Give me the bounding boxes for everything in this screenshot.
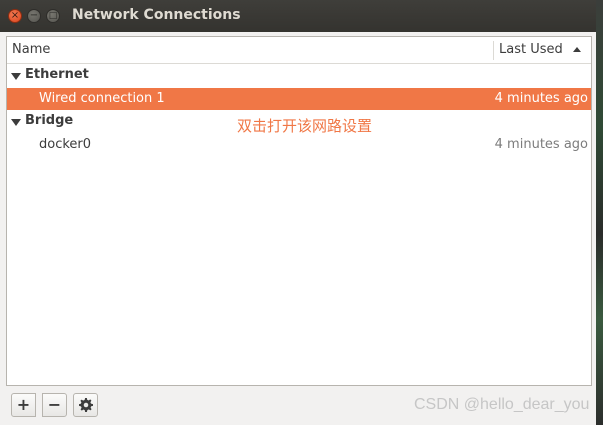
connection-last-used: 4 minutes ago (494, 91, 588, 106)
minimize-icon: − (29, 10, 39, 21)
plus-icon: + (16, 395, 31, 414)
annotation-text: 双击打开该网路设置 (237, 117, 373, 135)
network-connections-window: × − □ Network Connections Name Last Used… (0, 0, 596, 425)
group-label: Bridge (25, 113, 74, 128)
maximize-button[interactable]: □ (46, 9, 60, 23)
connection-name: Wired connection 1 (39, 91, 165, 106)
remove-connection-button[interactable]: − (42, 393, 67, 417)
minus-icon: − (47, 395, 62, 414)
group-ethernet[interactable]: Ethernet (7, 65, 591, 87)
expander-down-icon[interactable] (11, 73, 21, 80)
list-header: Name Last Used (7, 37, 591, 64)
connections-list: Name Last Used Ethernet Wired connection… (6, 36, 592, 386)
expander-down-icon[interactable] (11, 119, 21, 126)
connection-last-used: 4 minutes ago (494, 137, 588, 152)
title-bar[interactable]: × − □ Network Connections (0, 0, 596, 32)
add-connection-button[interactable]: + (11, 393, 36, 417)
desktop-background (596, 0, 603, 425)
connection-row-wired[interactable]: Wired connection 1 4 minutes ago (7, 88, 591, 110)
watermark: CSDN @hello_dear_you (414, 396, 590, 413)
close-button[interactable]: × (8, 9, 22, 23)
window-title: Network Connections (72, 7, 241, 23)
column-header-name[interactable]: Name (12, 42, 50, 57)
gear-icon (78, 398, 93, 412)
column-header-last-used[interactable]: Last Used (499, 42, 563, 57)
minimize-button[interactable]: − (27, 9, 41, 23)
close-icon: × (10, 10, 20, 21)
sort-ascending-icon (573, 47, 581, 52)
column-divider[interactable] (493, 41, 494, 60)
connection-name: docker0 (39, 137, 92, 152)
edit-connection-button[interactable] (73, 393, 98, 417)
group-label: Ethernet (25, 67, 89, 82)
maximize-icon: □ (48, 10, 58, 21)
connection-row-docker0[interactable]: docker0 4 minutes ago (7, 134, 591, 156)
